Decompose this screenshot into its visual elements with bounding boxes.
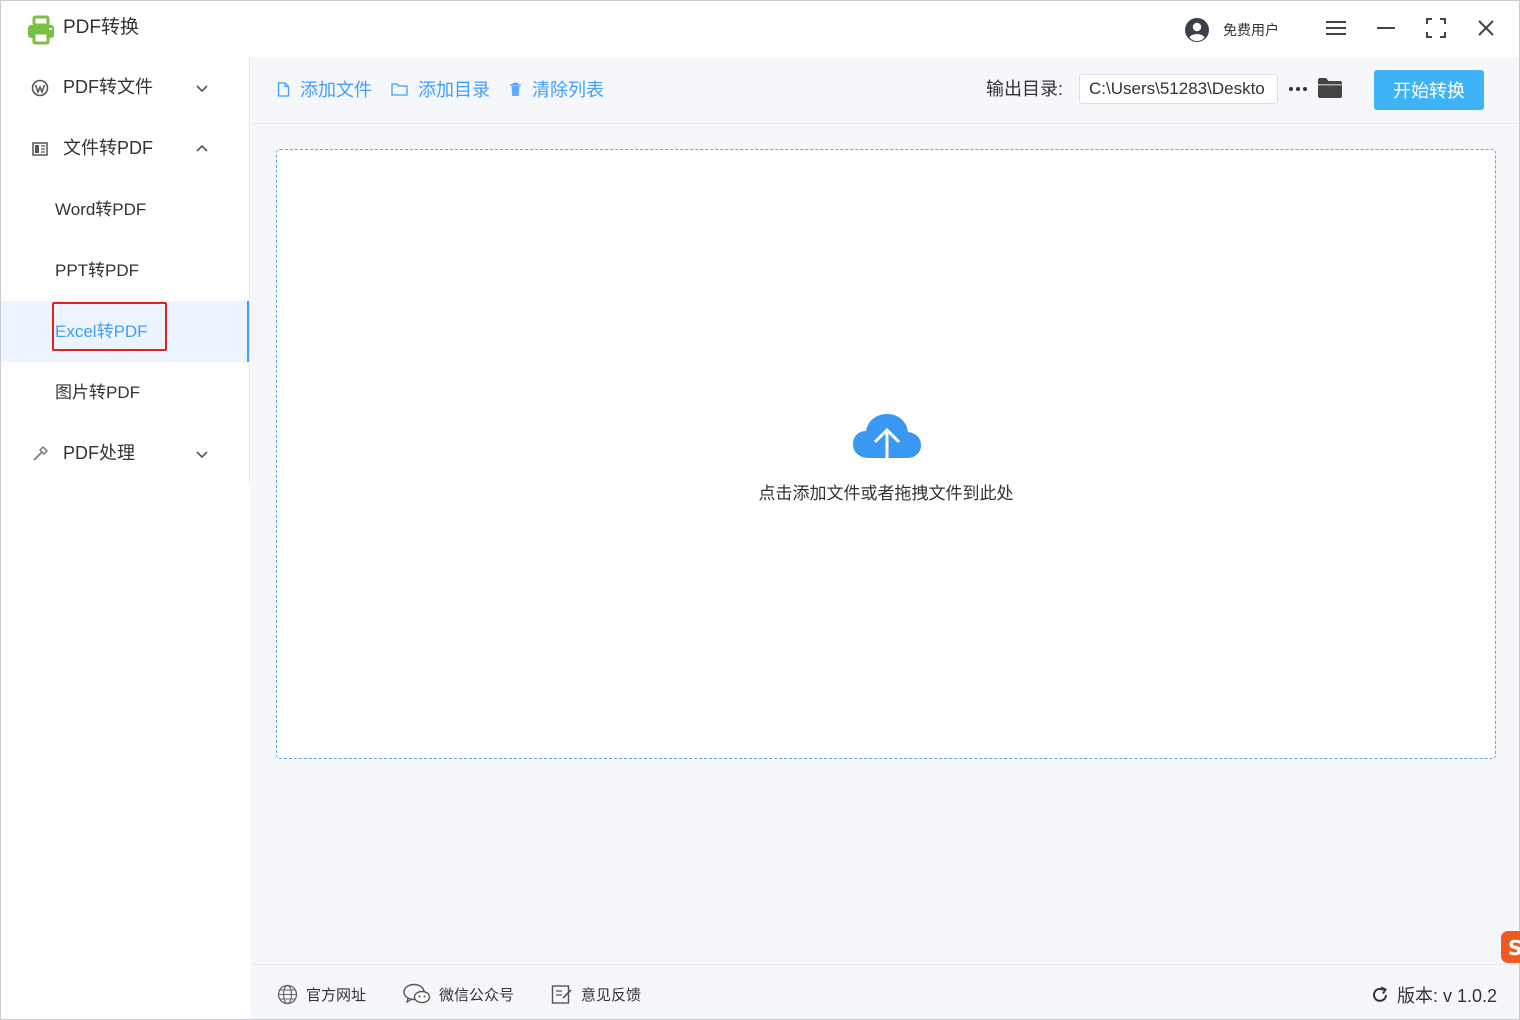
menu-button[interactable] <box>1318 11 1354 45</box>
sidebar-item-image-to-pdf[interactable]: 图片转PDF <box>1 362 249 423</box>
hammer-icon <box>33 446 48 461</box>
sidebar-group-pdf-processing[interactable]: PDF处理 <box>1 423 249 484</box>
document-icon <box>32 142 48 156</box>
toolbar: 添加文件 添加目录 清除列表 输出目录: C:\Users\51283\Desk… <box>251 57 1519 124</box>
wechat-icon <box>403 983 431 1004</box>
wechat-label: 微信公众号 <box>439 986 515 1004</box>
minimize-button[interactable] <box>1368 11 1404 45</box>
sidebar: PDF转文件 文件转PDF Word转PDF PPT转PDF Excel转PDF <box>1 57 250 483</box>
file-drop-zone[interactable]: 点击添加文件或者拖拽文件到此处 <box>276 149 1496 759</box>
svg-text:S: S <box>1508 936 1520 960</box>
official-site-label: 官方网址 <box>306 986 367 1004</box>
user-name[interactable]: 免费用户 <box>1223 20 1279 40</box>
add-file-button[interactable]: 添加文件 <box>277 77 372 101</box>
maximize-button[interactable] <box>1418 11 1454 45</box>
sidebar-group-pdf-to-file[interactable]: PDF转文件 <box>1 57 249 118</box>
globe-icon <box>277 984 298 1004</box>
feedback-label: 意见反馈 <box>581 986 642 1004</box>
wechat-link[interactable]: 微信公众号 <box>403 983 514 1005</box>
user-avatar-icon[interactable] <box>1184 17 1210 43</box>
app-window: PDF转换 免费用户 PDF转文件 文件转PDF Word转PDF PPT转PD… <box>0 0 1520 1020</box>
sidebar-item-word-to-pdf[interactable]: Word转PDF <box>1 179 249 240</box>
sidebar-item-label: 图片转PDF <box>55 383 140 402</box>
main-panel: 添加文件 添加目录 清除列表 输出目录: C:\Users\51283\Desk… <box>251 57 1519 1019</box>
output-dir-label: 输出目录: <box>986 79 1064 99</box>
cloud-upload-icon <box>853 414 921 472</box>
edit-note-icon <box>551 985 572 1004</box>
footer: 官方网址 微信公众号 意见反馈 版本: v 1.0.2 <box>251 964 1519 1019</box>
more-options-button[interactable] <box>1287 77 1309 101</box>
sidebar-item-label: Word转PDF <box>55 200 147 219</box>
title-bar: PDF转换 免费用户 <box>1 1 1519 57</box>
ellipsis-icon <box>1289 87 1307 91</box>
menu-icon <box>1326 21 1346 35</box>
add-directory-label: 添加目录 <box>418 80 490 100</box>
close-button[interactable] <box>1468 11 1504 45</box>
folder-outline-icon <box>391 83 408 96</box>
clear-list-label: 清除列表 <box>532 80 604 100</box>
sidebar-group-label: PDF转文件 <box>63 77 153 97</box>
open-folder-icon[interactable] <box>1317 76 1343 100</box>
sidebar-item-label: PPT转PDF <box>55 261 140 280</box>
feedback-link[interactable]: 意见反馈 <box>551 983 641 1005</box>
version-info: 版本: v 1.0.2 <box>1371 982 1497 1008</box>
clear-list-button[interactable]: 清除列表 <box>509 77 604 101</box>
wordpress-icon <box>31 79 49 97</box>
sidebar-item-ppt-to-pdf[interactable]: PPT转PDF <box>1 240 249 301</box>
sidebar-group-file-to-pdf[interactable]: 文件转PDF <box>1 118 249 179</box>
add-directory-button[interactable]: 添加目录 <box>391 77 490 101</box>
app-title: PDF转换 <box>63 17 140 38</box>
add-file-label: 添加文件 <box>300 80 372 100</box>
maximize-icon <box>1426 18 1446 38</box>
sidebar-group-label: PDF处理 <box>63 443 135 463</box>
version-label: 版本: v 1.0.2 <box>1396 986 1497 1006</box>
chevron-down-icon <box>196 451 208 459</box>
close-icon <box>1478 20 1494 36</box>
file-icon <box>277 81 290 97</box>
trash-icon <box>510 82 521 96</box>
chevron-down-icon <box>196 85 208 93</box>
sidebar-group-label: 文件转PDF <box>63 138 153 158</box>
output-dir-input[interactable]: C:\Users\51283\Deskto <box>1079 74 1278 104</box>
chevron-up-icon <box>196 144 208 152</box>
refresh-icon[interactable] <box>1371 986 1389 1004</box>
red-highlight-annotation <box>52 302 167 351</box>
drop-zone-hint: 点击添加文件或者拖拽文件到此处 <box>758 484 1014 503</box>
minimize-icon <box>1377 27 1395 29</box>
printer-logo-icon <box>28 15 54 45</box>
sogou-input-badge-icon[interactable]: S <box>1499 929 1520 965</box>
start-convert-button[interactable]: 开始转换 <box>1374 70 1484 110</box>
official-site-link[interactable]: 官方网址 <box>277 983 366 1005</box>
